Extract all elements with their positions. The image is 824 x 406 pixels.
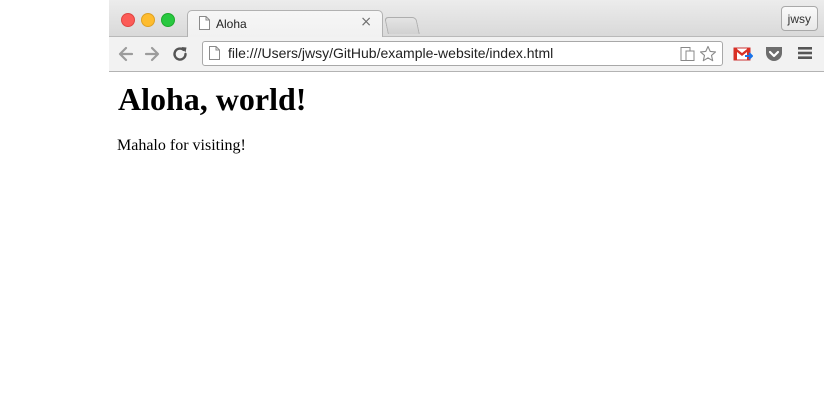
close-window-button[interactable] [121,13,135,27]
browser-window: Aloha × jwsy file:///Users/jwsy/GitHub/e… [109,0,824,406]
tab-aloha[interactable]: Aloha × [187,10,383,37]
menu-icon[interactable] [798,46,812,60]
star-icon[interactable] [699,45,717,63]
page-heading: Aloha, world! [118,81,307,117]
gmail-icon[interactable] [733,45,753,63]
address-bar[interactable]: file:///Users/jwsy/GitHub/example-websit… [202,41,723,66]
url-text[interactable]: file:///Users/jwsy/GitHub/example-websit… [228,45,553,61]
page-icon [199,16,210,30]
pocket-icon[interactable] [764,45,784,63]
back-arrow-icon[interactable] [116,44,136,64]
page-content: Aloha, world! Mahalo for visiting! [109,72,824,406]
maximize-window-button[interactable] [161,13,175,27]
reader-mode-icon[interactable] [680,46,696,62]
close-tab-icon[interactable]: × [360,14,372,30]
page-icon [209,46,220,60]
tab-strip: Aloha × jwsy [109,0,824,37]
profile-button[interactable]: jwsy [780,6,818,31]
minimize-window-button[interactable] [141,13,155,27]
toolbar: file:///Users/jwsy/GitHub/example-websit… [109,37,824,72]
new-tab-button[interactable] [384,17,420,34]
page-paragraph: Mahalo for visiting! [117,137,246,154]
forward-arrow-icon[interactable] [142,44,162,64]
tab-title: Aloha [216,17,247,31]
reload-icon[interactable] [170,44,190,64]
